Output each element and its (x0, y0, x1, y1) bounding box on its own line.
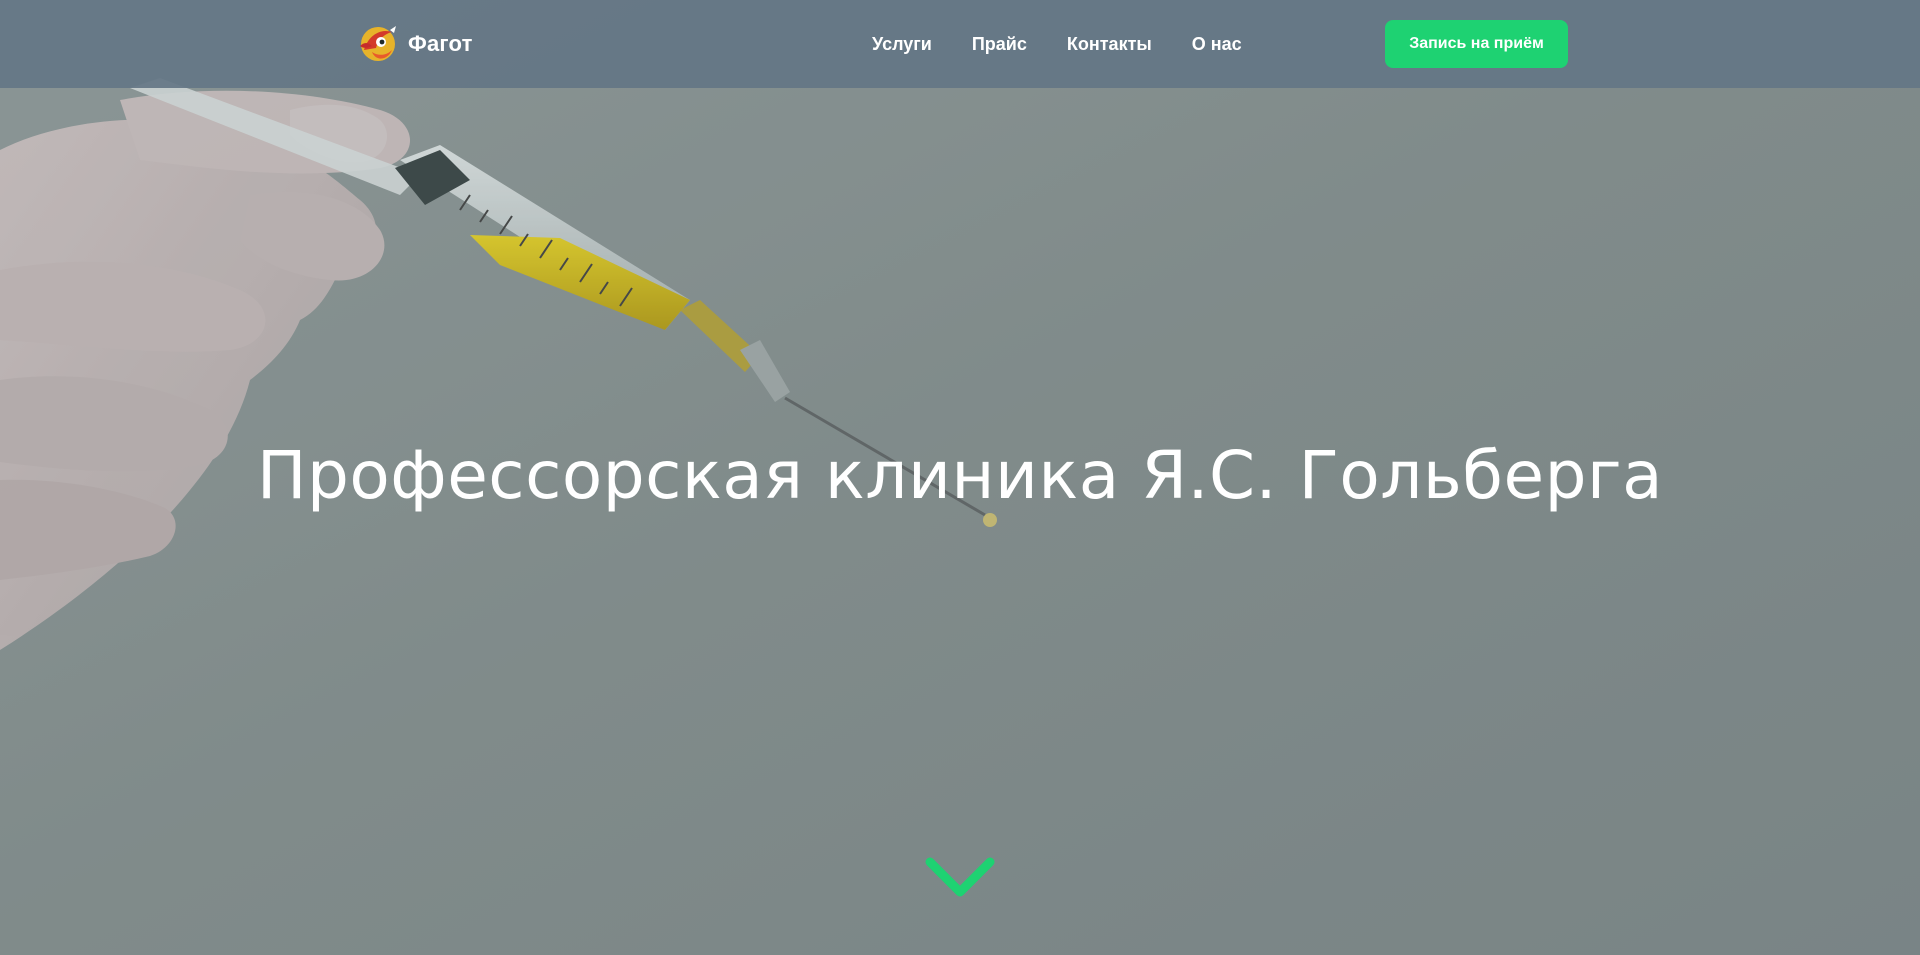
landing-page: Фагот Услуги Прайс Контакты О нас Запись… (0, 0, 1920, 955)
chevron-down-icon[interactable] (924, 856, 996, 902)
logo-link[interactable]: Фагот (354, 22, 473, 66)
nav-item-about[interactable]: О нас (1192, 34, 1242, 55)
nav-item-contacts[interactable]: Контакты (1067, 34, 1152, 55)
hero-title: Профессорская клиника Я.С. Гольберга (256, 437, 1664, 514)
nav-item-price[interactable]: Прайс (972, 34, 1027, 55)
main-nav: Услуги Прайс Контакты О нас (872, 30, 1242, 58)
bassoon-bird-logo-icon (360, 26, 396, 61)
logo-text: Фагот (408, 31, 473, 56)
book-appointment-button[interactable]: Запись на приём (1385, 20, 1568, 68)
nav-item-services[interactable]: Услуги (872, 34, 932, 55)
site-header: Фагот Услуги Прайс Контакты О нас Запись… (0, 0, 1920, 88)
